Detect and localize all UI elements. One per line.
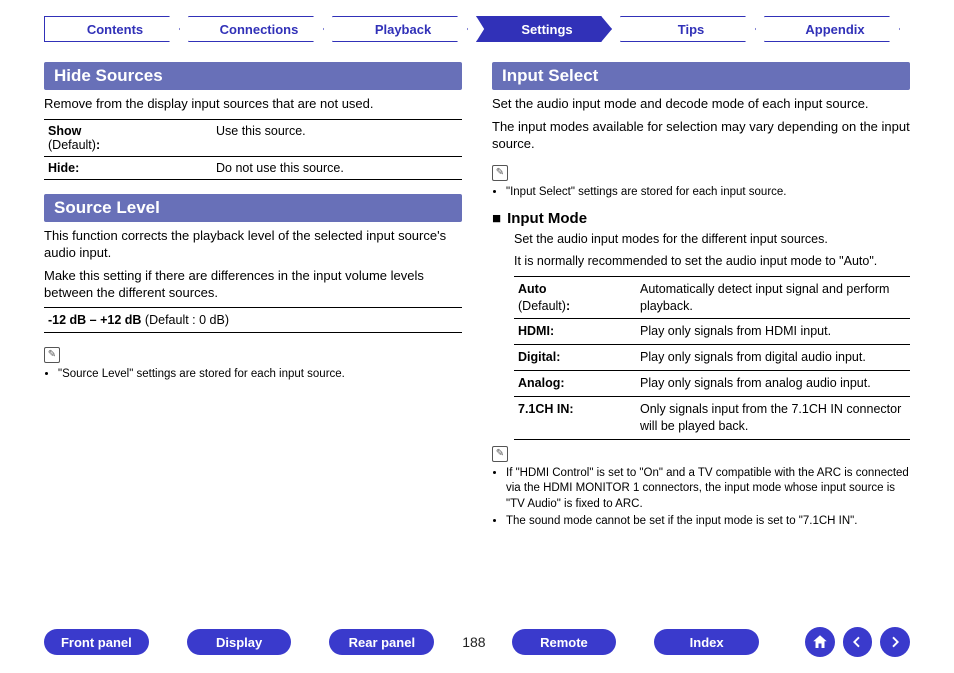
note-item: The sound mode cannot be set if the inpu… <box>506 514 910 530</box>
pill-label: Front panel <box>61 635 132 650</box>
bottom-bar: Front panel Display Rear panel 188 Remot… <box>0 627 954 657</box>
tab-contents[interactable]: Contents <box>44 16 180 42</box>
option-key-bold: Show <box>48 124 81 138</box>
nav-index[interactable]: Index <box>654 629 759 655</box>
tab-label: Connections <box>220 22 299 37</box>
table-row: Digital: Play only signals from digital … <box>514 345 910 371</box>
range-plain: (Default : 0 dB) <box>141 313 229 327</box>
tab-label: Playback <box>375 22 431 37</box>
option-key: Auto (Default): <box>514 276 636 319</box>
prev-page-button[interactable] <box>843 627 873 657</box>
input-mode-title: Input Mode <box>507 210 587 227</box>
option-desc: Only signals input from the 7.1CH IN con… <box>636 397 910 440</box>
option-key-bold: HDMI: <box>518 324 554 338</box>
nav-front-panel[interactable]: Front panel <box>44 629 149 655</box>
source-level-notes: "Source Level" settings are stored for e… <box>44 367 462 383</box>
arrow-left-icon <box>849 634 865 650</box>
option-key-bold: Analog: <box>518 376 565 390</box>
nav-display[interactable]: Display <box>187 629 292 655</box>
option-key-bold: Hide: <box>48 161 79 175</box>
hide-sources-intro: Remove from the display input sources th… <box>44 96 462 113</box>
right-column: Input Select Set the audio input mode an… <box>492 56 910 532</box>
option-key-plain: (Default) <box>48 138 96 152</box>
tab-label: Contents <box>87 22 143 37</box>
table-row: HDMI: Play only signals from HDMI input. <box>514 319 910 345</box>
pencil-icon: ✎ <box>44 347 60 363</box>
table-row: Show (Default): Use this source. <box>44 119 462 156</box>
pill-label: Display <box>216 635 262 650</box>
home-icon <box>811 633 829 651</box>
pill-label: Remote <box>540 635 588 650</box>
input-select-header: Input Select <box>492 62 910 90</box>
nav-remote[interactable]: Remote <box>512 629 617 655</box>
input-select-p1: Set the audio input mode and decode mode… <box>492 96 910 113</box>
option-key-bold: Digital: <box>518 350 560 364</box>
hide-sources-table: Show (Default): Use this source. Hide: D… <box>44 119 462 180</box>
note-item: "Source Level" settings are stored for e… <box>58 367 462 383</box>
top-nav: Contents Connections Playback Settings T… <box>0 0 954 48</box>
square-bullet-icon: ■ <box>492 210 501 227</box>
tab-appendix[interactable]: Appendix <box>764 16 900 42</box>
table-row: 7.1CH IN: Only signals input from the 7.… <box>514 397 910 440</box>
input-mode-p1: Set the audio input modes for the differ… <box>514 231 910 247</box>
tab-connections[interactable]: Connections <box>188 16 324 42</box>
pencil-icon: ✎ <box>492 446 508 462</box>
tab-tips[interactable]: Tips <box>620 16 756 42</box>
option-desc: Automatically detect input signal and pe… <box>636 276 910 319</box>
input-select-p2: The input modes available for selection … <box>492 119 910 153</box>
option-key: Analog: <box>514 371 636 397</box>
tab-playback[interactable]: Playback <box>332 16 468 42</box>
tab-label: Appendix <box>805 22 864 37</box>
table-row: Analog: Play only signals from analog au… <box>514 371 910 397</box>
option-desc: Use this source. <box>212 119 462 156</box>
source-level-p1: This function corrects the playback leve… <box>44 228 462 262</box>
option-desc: Do not use this source. <box>212 156 462 179</box>
option-key-bold: Auto <box>518 282 546 296</box>
option-key-plain: (Default) <box>518 299 566 313</box>
source-level-header: Source Level <box>44 194 462 222</box>
option-key: Digital: <box>514 345 636 371</box>
option-key: 7.1CH IN: <box>514 397 636 440</box>
option-key-bold: 7.1CH IN: <box>518 402 574 416</box>
input-mode-table: Auto (Default): Automatically detect inp… <box>514 276 910 440</box>
next-page-button[interactable] <box>880 627 910 657</box>
input-mode-body: Set the audio input modes for the differ… <box>514 231 910 530</box>
option-desc: Play only signals from analog audio inpu… <box>636 371 910 397</box>
table-row: Hide: Do not use this source. <box>44 156 462 179</box>
note-item: "Input Select" settings are stored for e… <box>506 185 910 201</box>
option-key: HDMI: <box>514 319 636 345</box>
input-mode-p2: It is normally recommended to set the au… <box>514 253 910 269</box>
option-desc: Play only signals from digital audio inp… <box>636 345 910 371</box>
option-key-trail: : <box>96 138 100 152</box>
input-mode-heading: ■ Input Mode <box>492 210 910 227</box>
source-level-range: -12 dB – +12 dB (Default : 0 dB) <box>44 307 462 333</box>
range-bold: -12 dB – +12 dB <box>48 313 141 327</box>
main-content: Hide Sources Remove from the display inp… <box>0 48 954 532</box>
hide-sources-header: Hide Sources <box>44 62 462 90</box>
option-key-trail: : <box>566 299 570 313</box>
source-level-p2: Make this setting if there are differenc… <box>44 268 462 302</box>
tab-label: Tips <box>678 22 705 37</box>
option-key: Hide: <box>44 156 212 179</box>
table-row: Auto (Default): Automatically detect inp… <box>514 276 910 319</box>
tab-settings[interactable]: Settings <box>476 16 612 42</box>
pill-label: Rear panel <box>349 635 415 650</box>
note-item: If "HDMI Control" is set to "On" and a T… <box>506 466 910 513</box>
pencil-icon: ✎ <box>492 165 508 181</box>
left-column: Hide Sources Remove from the display inp… <box>44 56 462 532</box>
tab-label: Settings <box>521 22 572 37</box>
input-mode-notes: If "HDMI Control" is set to "On" and a T… <box>492 466 910 530</box>
nav-rear-panel[interactable]: Rear panel <box>329 629 434 655</box>
input-select-notes: "Input Select" settings are stored for e… <box>492 185 910 201</box>
home-button[interactable] <box>805 627 835 657</box>
option-desc: Play only signals from HDMI input. <box>636 319 910 345</box>
page-number: 188 <box>462 634 485 650</box>
option-key: Show (Default): <box>44 119 212 156</box>
arrow-right-icon <box>887 634 903 650</box>
pill-label: Index <box>690 635 724 650</box>
